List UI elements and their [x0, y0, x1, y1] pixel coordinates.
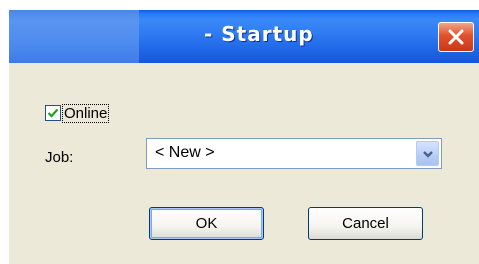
online-checkbox-row[interactable]: Online — [45, 102, 110, 124]
dialog-body: Online Job: < New > OK Cancel — [9, 63, 479, 264]
close-button[interactable] — [438, 22, 474, 52]
job-label: Job: — [45, 149, 74, 166]
chevron-down-icon — [422, 150, 433, 158]
startup-dialog: - Startup Online Job: < New > OK Cancel — [9, 10, 479, 264]
job-dropdown-button[interactable] — [416, 141, 439, 166]
title-bar[interactable]: - Startup — [9, 10, 479, 63]
job-select[interactable]: < New > — [146, 138, 442, 169]
checkmark-icon — [47, 108, 59, 118]
window-title: - Startup — [204, 22, 314, 46]
close-icon — [448, 29, 464, 45]
job-select-value: < New > — [155, 144, 215, 161]
online-label[interactable]: Online — [61, 103, 110, 123]
title-bar-highlight — [9, 10, 139, 63]
ok-button[interactable]: OK — [149, 207, 264, 240]
cancel-button[interactable]: Cancel — [308, 207, 423, 240]
online-checkbox[interactable] — [45, 105, 61, 121]
